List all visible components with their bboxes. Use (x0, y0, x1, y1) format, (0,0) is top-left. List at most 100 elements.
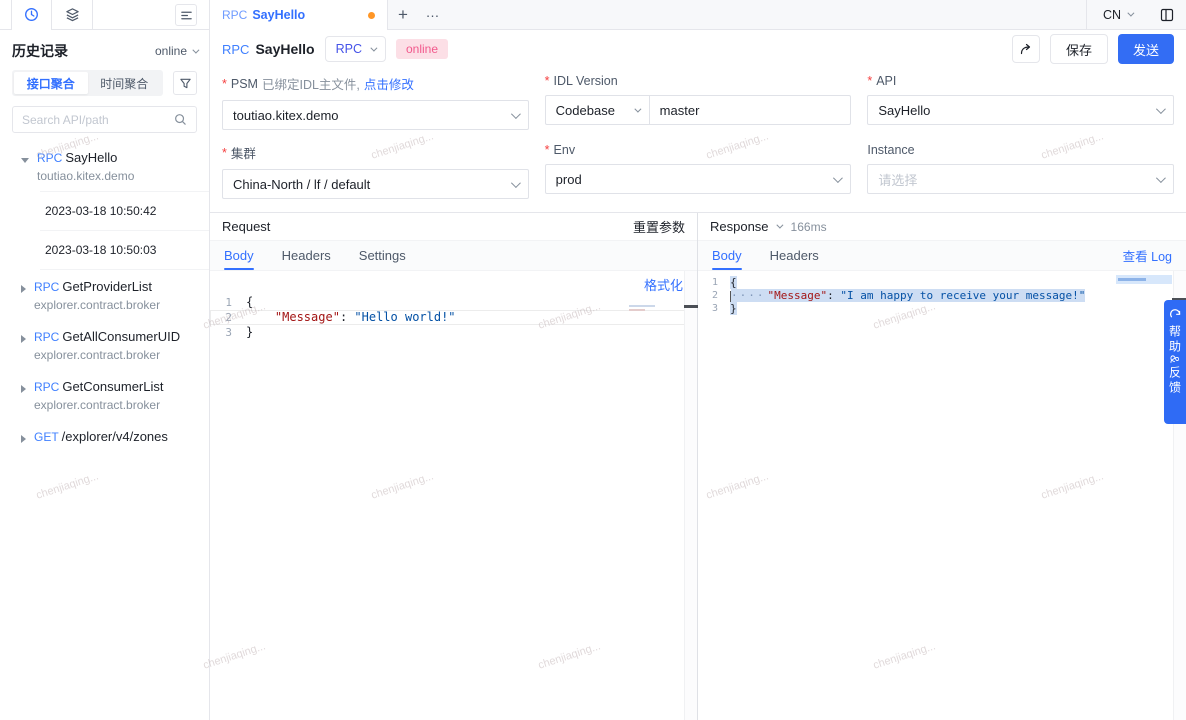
response-json-editor[interactable]: 1 { 2 "Message": "I am happy to receive … (698, 271, 1186, 720)
required-asterisk: * (545, 74, 550, 88)
api-value: SayHello (878, 103, 930, 118)
item-name: GetConsumerList (62, 379, 163, 394)
request-panel: Request 重置参数 Body Headers Settings 格式化 1 (210, 213, 698, 720)
idl-branch-input[interactable]: master (650, 103, 851, 118)
request-config-form: * PSM 已绑定IDL主文件, 点击修改 toutiao.kitex.demo… (210, 68, 1186, 212)
tab-title: SayHello (252, 8, 305, 22)
method-tag: RPC (34, 280, 59, 294)
request-toolbar: RPC SayHello RPC online 保存 发送 (210, 30, 1186, 68)
list-item-getproviderlist[interactable]: RPCGetProviderList explorer.contract.bro… (0, 270, 209, 320)
cluster-select[interactable]: China-North / lf / default (222, 169, 529, 199)
code-line: 3 } (210, 325, 697, 340)
new-tab-button[interactable] (388, 0, 418, 29)
segment-api-aggregate[interactable]: 接口聚合 (14, 72, 88, 94)
page-title: SayHello (255, 41, 314, 57)
caret-right-icon[interactable] (21, 385, 26, 393)
chevron-down-icon (1156, 104, 1166, 114)
sidebar-tab-strip (0, 0, 209, 30)
env-filter-dropdown[interactable]: online (155, 44, 197, 58)
request-tab-headers[interactable]: Headers (282, 241, 331, 270)
sidebar-header: 历史记录 online (0, 30, 209, 70)
language-selector[interactable]: CN (1086, 0, 1148, 29)
required-asterisk: * (545, 143, 550, 157)
caret-down-icon[interactable] (21, 158, 29, 163)
list-item-zones[interactable]: GET/explorer/v4/zones (0, 420, 209, 453)
request-tab-body[interactable]: Body (224, 241, 254, 270)
search-input[interactable] (22, 113, 168, 127)
tab-rpc-sayhello[interactable]: RPC SayHello (210, 0, 388, 30)
chevron-down-icon (1156, 173, 1166, 183)
help-feedback-icon (1169, 307, 1182, 320)
line-number: 1 (698, 276, 730, 289)
send-button[interactable]: 发送 (1118, 34, 1174, 64)
save-button[interactable]: 保存 (1050, 34, 1108, 64)
response-tab-headers[interactable]: Headers (770, 241, 819, 270)
caret-right-icon[interactable] (21, 285, 26, 293)
format-button[interactable]: 格式化 (644, 275, 683, 295)
sidebar-tab-history[interactable] (11, 0, 52, 29)
aggregation-segmented-control: 接口聚合 时间聚合 (12, 70, 163, 96)
list-item-getconsumerlist[interactable]: RPCGetConsumerList explorer.contract.bro… (0, 370, 209, 420)
env-select[interactable]: prod (545, 164, 852, 194)
json-key: "Message" (275, 310, 340, 324)
code-text: { (730, 276, 737, 289)
json-value: "Hello world!" (354, 310, 455, 324)
request-tab-settings[interactable]: Settings (359, 241, 406, 270)
editor-scrollbar[interactable] (684, 271, 697, 720)
indent (246, 310, 275, 324)
response-tab-body[interactable]: Body (712, 241, 742, 270)
request-type-select[interactable]: RPC (325, 36, 386, 62)
item-name: GetProviderList (62, 279, 152, 294)
caret-right-icon[interactable] (21, 435, 26, 443)
psm-select[interactable]: toutiao.kitex.demo (222, 100, 529, 130)
response-dropdown[interactable]: Response (710, 219, 781, 234)
api-select[interactable]: SayHello (867, 95, 1174, 125)
method-tag: GET (34, 430, 59, 444)
list-item-sayhello[interactable]: RPCSayHello toutiao.kitex.demo (0, 141, 209, 191)
psm-value: toutiao.kitex.demo (233, 108, 339, 123)
history-run[interactable]: 2023-03-18 10:50:03 (40, 231, 209, 270)
json-sep: : (827, 289, 840, 302)
idl-source-select[interactable]: Codebase (546, 96, 650, 124)
title-method-tag: RPC (222, 42, 249, 57)
item-name: SayHello (65, 150, 117, 165)
clock-icon (24, 7, 39, 22)
env-label: Env (554, 143, 576, 157)
sidebar-search (12, 106, 197, 133)
request-type-value: RPC (336, 42, 362, 56)
filter-button[interactable] (173, 71, 197, 95)
collapse-sidebar-button[interactable] (175, 4, 197, 26)
view-log-link[interactable]: 查看 Log (1123, 246, 1172, 265)
list-item-getallconsumeruid[interactable]: RPCGetAllConsumerUID explorer.contract.b… (0, 320, 209, 370)
caret-right-icon[interactable] (21, 335, 26, 343)
chevron-down-icon (192, 46, 199, 53)
split-layout-button[interactable] (1148, 0, 1186, 29)
sidebar-tab-collections[interactable] (52, 0, 93, 29)
code-line: 1 { (698, 276, 1186, 289)
scrollbar-thumb[interactable] (684, 305, 699, 308)
item-psm: explorer.contract.broker (34, 348, 180, 362)
tab-overflow-menu-button[interactable] (418, 0, 448, 29)
language-value: CN (1103, 8, 1121, 22)
instance-select[interactable]: 请选择 (867, 164, 1174, 194)
chevron-down-icon (511, 109, 521, 119)
history-run[interactable]: 2023-03-18 10:50:42 (40, 192, 209, 231)
field-api: * API SayHello (867, 74, 1174, 130)
minimap-selection (1116, 275, 1172, 284)
item-name: GetAllConsumerUID (62, 329, 180, 344)
status-badge: online (396, 39, 448, 59)
field-psm: * PSM 已绑定IDL主文件, 点击修改 toutiao.kitex.demo (222, 74, 529, 130)
minimap[interactable] (625, 303, 683, 311)
minimap[interactable] (1116, 275, 1172, 284)
share-button[interactable] (1012, 35, 1040, 63)
psm-edit-link[interactable]: 点击修改 (364, 74, 414, 93)
code-text: { (246, 295, 253, 310)
code-text: } (730, 302, 737, 315)
reset-params-button[interactable]: 重置参数 (633, 217, 685, 236)
idl-label: IDL Version (554, 74, 618, 88)
segment-time-aggregate[interactable]: 时间聚合 (88, 72, 162, 94)
help-feedback-tab[interactable]: 帮助&反馈 (1164, 300, 1186, 424)
share-arrow-icon (1019, 42, 1033, 56)
request-json-editor[interactable]: 格式化 1 { 2 "Message": "Hello world!" 3 (210, 271, 697, 720)
method-tag: RPC (34, 380, 59, 394)
